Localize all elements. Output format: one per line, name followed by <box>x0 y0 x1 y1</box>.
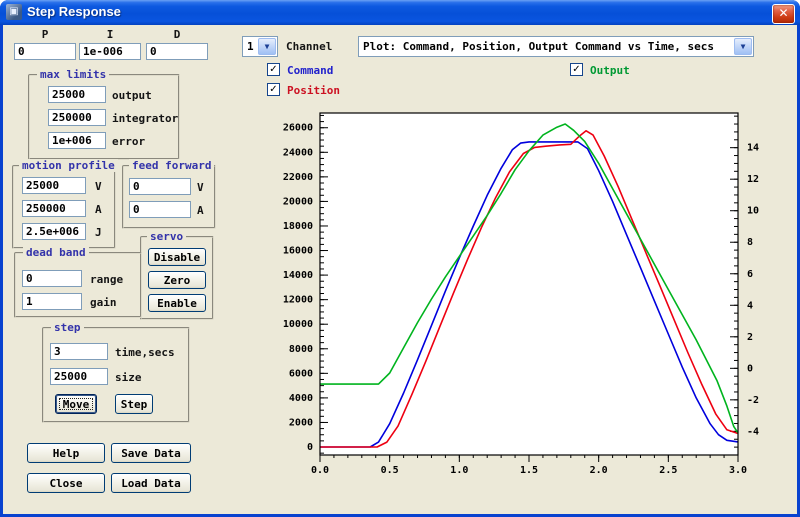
servo-enable-button[interactable]: Enable <box>148 294 206 312</box>
command-label: Command <box>287 64 333 77</box>
profile-v-input[interactable] <box>22 177 86 194</box>
svg-text:4000: 4000 <box>289 393 313 404</box>
max-integrator-label: integrator <box>112 112 178 125</box>
svg-text:24000: 24000 <box>283 147 313 158</box>
window-content: P I D 1 ▼ Channel Plot: Command, Positio… <box>3 25 797 514</box>
help-button[interactable]: Help <box>27 443 105 463</box>
save-data-button[interactable]: Save Data <box>111 443 191 463</box>
plot-select-value: Plot: Command, Position, Output Command … <box>363 40 714 53</box>
i-input[interactable] <box>79 43 141 60</box>
svg-text:6: 6 <box>747 269 753 280</box>
deadband-gain-label: gain <box>90 296 117 309</box>
output-label: Output <box>590 64 630 77</box>
deadband-range-input[interactable] <box>22 270 82 287</box>
profile-j-label: J <box>95 226 102 239</box>
svg-text:16000: 16000 <box>283 246 313 257</box>
i-label: I <box>79 28 141 41</box>
ff-a-label: A <box>197 204 204 217</box>
svg-text:2000: 2000 <box>289 417 313 428</box>
max-integrator-input[interactable] <box>48 109 106 126</box>
svg-text:12: 12 <box>747 174 759 185</box>
channel-value: 1 <box>247 40 254 53</box>
svg-text:1.0: 1.0 <box>450 465 468 476</box>
svg-text:2.5: 2.5 <box>659 465 677 476</box>
svg-text:0: 0 <box>747 363 753 374</box>
svg-text:10000: 10000 <box>283 319 313 330</box>
svg-text:2: 2 <box>747 332 753 343</box>
svg-text:8000: 8000 <box>289 344 313 355</box>
window-title: Step Response <box>27 4 121 19</box>
svg-text:1.5: 1.5 <box>520 465 538 476</box>
servo-disable-button[interactable]: Disable <box>148 248 206 266</box>
profile-j-input[interactable] <box>22 223 86 240</box>
p-input[interactable] <box>14 43 76 60</box>
step-size-label: size <box>115 371 142 384</box>
svg-text:14: 14 <box>747 143 759 154</box>
svg-text:0: 0 <box>307 442 313 453</box>
deadband-range-label: range <box>90 273 123 286</box>
max-output-input[interactable] <box>48 86 106 103</box>
step-time-input[interactable] <box>50 343 108 360</box>
step-title: step <box>51 321 84 334</box>
title-bar[interactable]: ▣ Step Response ✕ <box>0 0 800 25</box>
svg-text:3.0: 3.0 <box>729 465 747 476</box>
svg-text:10: 10 <box>747 206 759 217</box>
position-checkbox[interactable]: ✓ <box>267 83 280 96</box>
step-button[interactable]: Step <box>115 394 153 414</box>
d-input[interactable] <box>146 43 208 60</box>
profile-a-input[interactable] <box>22 200 86 217</box>
ff-v-label: V <box>197 181 204 194</box>
motion-profile-title: motion profile <box>19 159 118 172</box>
svg-text:0.5: 0.5 <box>381 465 399 476</box>
feed-forward-title: feed forward <box>129 159 214 172</box>
close-window-button[interactable]: ✕ <box>772 4 795 24</box>
step-response-window: ▣ Step Response ✕ P I D 1 ▼ Channel Plot… <box>0 0 800 517</box>
svg-text:22000: 22000 <box>283 172 313 183</box>
svg-text:14000: 14000 <box>283 270 313 281</box>
profile-v-label: V <box>95 180 102 193</box>
svg-text:2.0: 2.0 <box>590 465 608 476</box>
channel-label: Channel <box>286 40 332 53</box>
svg-text:26000: 26000 <box>283 123 313 134</box>
ff-v-input[interactable] <box>129 178 191 195</box>
max-error-input[interactable] <box>48 132 106 149</box>
max-limits-title: max limits <box>37 68 109 81</box>
servo-title: servo <box>147 230 186 243</box>
channel-dropdown-arrow-icon[interactable]: ▼ <box>258 38 276 55</box>
svg-text:4: 4 <box>747 300 753 311</box>
svg-text:6000: 6000 <box>289 368 313 379</box>
step-response-plot: 0 2000 4000 6000 8000 10000 12000 14000 16000 180… <box>255 100 797 500</box>
plot-select[interactable]: Plot: Command, Position, Output Command … <box>358 36 754 57</box>
max-output-label: output <box>112 89 152 102</box>
channel-select[interactable]: 1 ▼ <box>242 36 278 57</box>
dead-band-title: dead band <box>23 246 89 259</box>
max-error-label: error <box>112 135 145 148</box>
ff-a-input[interactable] <box>129 201 191 218</box>
app-icon: ▣ <box>6 4 22 20</box>
servo-zero-button[interactable]: Zero <box>148 271 206 289</box>
position-label: Position <box>287 84 340 97</box>
output-checkbox[interactable]: ✓ <box>570 63 583 76</box>
svg-text:-2: -2 <box>747 395 759 406</box>
svg-text:18000: 18000 <box>283 221 313 232</box>
feed-forward-group: feed forward <box>122 165 216 229</box>
svg-text:-4: -4 <box>747 426 759 437</box>
svg-text:8: 8 <box>747 237 753 248</box>
load-data-button[interactable]: Load Data <box>111 473 191 493</box>
plot-dropdown-arrow-icon[interactable]: ▼ <box>734 38 752 55</box>
step-time-label: time,secs <box>115 346 175 359</box>
svg-text:12000: 12000 <box>283 295 313 306</box>
svg-text:20000: 20000 <box>283 196 313 207</box>
step-size-input[interactable] <box>50 368 108 385</box>
profile-a-label: A <box>95 203 102 216</box>
move-button[interactable]: Move <box>55 394 97 414</box>
d-label: D <box>146 28 208 41</box>
close-button[interactable]: Close <box>27 473 105 493</box>
command-checkbox[interactable]: ✓ <box>267 63 280 76</box>
deadband-gain-input[interactable] <box>22 293 82 310</box>
svg-text:0.0: 0.0 <box>311 465 329 476</box>
p-label: P <box>14 28 76 41</box>
